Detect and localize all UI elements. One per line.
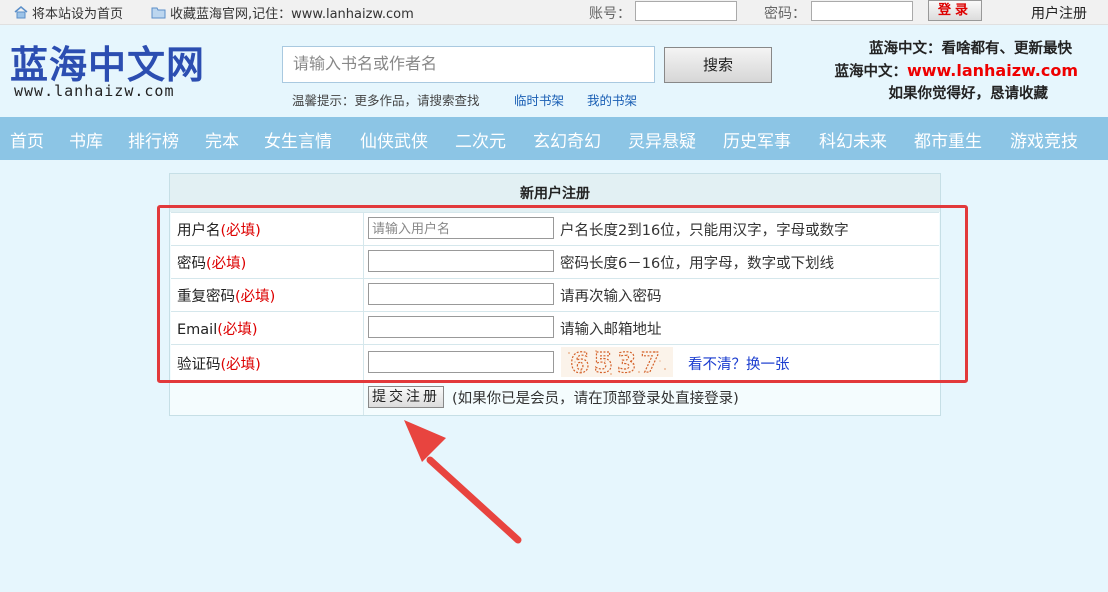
captcha-text: 6537 (570, 347, 664, 377)
nav-item-ranking[interactable]: 排行榜 (128, 127, 179, 152)
repeat-password-label-text: 重复密码 (177, 289, 235, 305)
captcha-label-text: 验证码 (177, 357, 221, 373)
account-input[interactable] (635, 1, 737, 21)
account-label: 账号： (589, 6, 631, 22)
password-hint: 密码长度6－16位，用字母，数字或下划线 (560, 256, 835, 272)
nav-item-home[interactable]: 首页 (10, 127, 44, 152)
required-mark: (必填) (220, 223, 261, 239)
password-field-label: 密码(必填) (177, 252, 246, 273)
slogan-line-3: 如果你觉得好，恳请收藏 (888, 86, 1049, 102)
register-form: 新用户注册 用户名(必填) 户名长度2到16位，只能用汉字，字母或数字 密码(必… (169, 173, 941, 416)
nav-item-urban[interactable]: 都市重生 (914, 127, 982, 152)
column-divider (363, 345, 364, 381)
column-divider (363, 312, 364, 344)
captcha-field[interactable] (368, 351, 554, 373)
email-field[interactable] (368, 316, 554, 338)
password-label: 密码： (764, 6, 806, 22)
form-title: 新用户注册 (170, 174, 940, 212)
folder-icon (151, 6, 166, 23)
site-logo[interactable]: 蓝海中文网 (10, 34, 205, 89)
bookmark-label: 收藏蓝海官网,记住：www.lanhaizw.com (170, 7, 414, 22)
search-tip: 温馨提示：更多作品，请搜索查找 (292, 93, 480, 108)
required-mark: (必填) (217, 322, 258, 338)
repeat-password-label: 重复密码(必填) (177, 285, 275, 306)
login-button[interactable]: 登录 (928, 0, 982, 21)
slogan-line-2: 蓝海中文：www.lanhaizw.com (834, 60, 1078, 81)
required-mark: (必填) (235, 289, 276, 305)
slogan-line-1: 蓝海中文：看啥都有、更新最快 (869, 41, 1072, 57)
column-divider (363, 382, 364, 415)
email-row: Email(必填) 请输入邮箱地址 (171, 311, 939, 344)
column-divider (363, 213, 364, 245)
username-label-text: 用户名 (177, 223, 221, 239)
nav-item-gaming[interactable]: 游戏竞技 (1010, 127, 1078, 152)
main-nav: 首页 书库 排行榜 完本 女生言情 仙侠武侠 二次元 玄幻奇幻 灵异悬疑 历史军… (0, 117, 1108, 160)
required-mark: (必填) (206, 256, 247, 272)
nav-item-scifi[interactable]: 科幻未来 (819, 127, 887, 152)
search-button[interactable]: 搜索 (664, 47, 772, 83)
repeat-password-hint: 请再次输入密码 (560, 289, 662, 305)
search-input[interactable] (282, 46, 655, 83)
username-input[interactable] (368, 217, 554, 239)
register-link[interactable]: 用户注册 (1031, 3, 1087, 23)
slogan-site-url: www.lanhaizw.com (906, 61, 1078, 80)
captcha-refresh-link[interactable]: 看不清？换一张 (688, 353, 790, 374)
home-icon (14, 6, 28, 23)
email-label: Email(必填) (177, 318, 258, 339)
set-home-link[interactable]: 将本站设为首页 (14, 3, 123, 23)
password-label-text: 密码 (177, 256, 206, 272)
repeat-password-field[interactable] (368, 283, 554, 305)
top-bar: 将本站设为首页 收藏蓝海官网,记住：www.lanhaizw.com 账号： 密… (0, 0, 1108, 25)
nav-item-romance[interactable]: 女生言情 (264, 127, 332, 152)
submit-row: 提交注册 (如果你已是会员，请在顶部登录处直接登录) (171, 381, 939, 415)
column-divider (363, 246, 364, 278)
site-logo-url: www.lanhaizw.com (14, 82, 175, 100)
email-hint: 请输入邮箱地址 (560, 322, 662, 338)
password-field[interactable] (368, 250, 554, 272)
slogan-line-2-prefix: 蓝海中文： (834, 64, 907, 80)
username-label: 用户名(必填) (177, 219, 261, 240)
nav-item-fantasy[interactable]: 玄幻奇幻 (533, 127, 601, 152)
temp-shelf-link[interactable]: 临时书架 (514, 90, 564, 109)
nav-item-history[interactable]: 历史军事 (723, 127, 791, 152)
required-mark: (必填) (220, 357, 261, 373)
captcha-row: 验证码(必填) 6537 看不清？换一张 (171, 344, 939, 381)
column-divider (363, 279, 364, 311)
nav-item-xianxia[interactable]: 仙侠武侠 (360, 127, 428, 152)
my-shelf-link[interactable]: 我的书架 (587, 90, 637, 109)
username-row: 用户名(必填) 户名长度2到16位，只能用汉字，字母或数字 (171, 212, 939, 245)
username-hint: 户名长度2到16位，只能用汉字，字母或数字 (560, 223, 849, 239)
captcha-label: 验证码(必填) (177, 353, 261, 374)
email-label-text: Email (177, 322, 218, 338)
nav-item-completed[interactable]: 完本 (205, 127, 239, 152)
password-input[interactable] (811, 1, 913, 21)
repeat-password-row: 重复密码(必填) 请再次输入密码 (171, 278, 939, 311)
nav-item-library[interactable]: 书库 (69, 127, 103, 152)
pointer-arrow-icon (404, 420, 522, 544)
bookmark-link[interactable]: 收藏蓝海官网,记住：www.lanhaizw.com (151, 3, 414, 23)
password-row: 密码(必填) 密码长度6－16位，用字母，数字或下划线 (171, 245, 939, 278)
nav-item-acg[interactable]: 二次元 (455, 127, 506, 152)
set-home-label: 将本站设为首页 (32, 7, 124, 22)
submit-register-button[interactable]: 提交注册 (368, 386, 444, 408)
captcha-image[interactable]: 6537 (561, 347, 673, 377)
nav-item-supernatural[interactable]: 灵异悬疑 (628, 127, 696, 152)
submit-note: (如果你已是会员，请在顶部登录处直接登录) (452, 391, 739, 407)
